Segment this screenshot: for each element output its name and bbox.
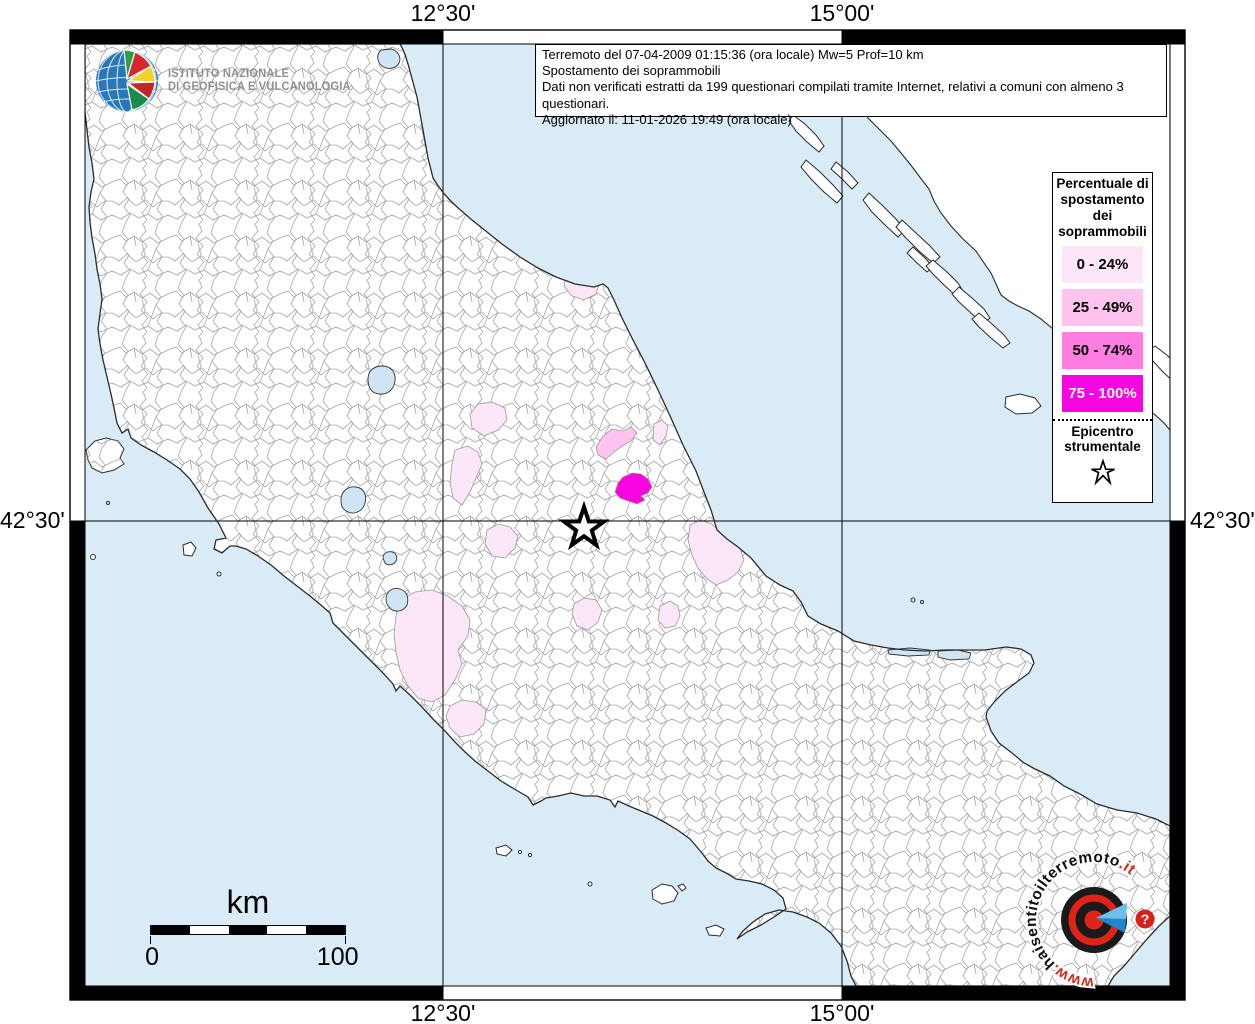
ingv-globe-icon — [95, 49, 159, 113]
ingv-logo: ISTITUTO NAZIONALE DI GEOFISICA E VULCAN… — [94, 48, 358, 114]
scale-bar-unit: km — [226, 884, 270, 920]
title-line-event: Terremoto del 07-04-2009 01:15:36 (ora l… — [542, 47, 924, 62]
watermark-www: www. — [1047, 960, 1095, 991]
legend-class-50-74: 50 - 74% — [1062, 332, 1143, 369]
title-box: Terremoto del 07-04-2009 01:15:36 (ora l… — [535, 44, 1167, 127]
scale-bar-start: 0 — [145, 943, 160, 971]
legend-class-25-49: 25 - 49% — [1062, 289, 1143, 326]
title-line-source: Dati non verificati estratti da 199 ques… — [542, 79, 1124, 111]
haisentitoilterremoto-logo: ? www.haisentitoilterremoto.it — [1021, 847, 1155, 993]
legend-class-0-24: 0 - 24% — [1062, 246, 1143, 283]
legend-epicenter-star-icon — [1090, 458, 1115, 486]
ingv-name-line1: ISTITUTO NAZIONALE — [168, 67, 290, 80]
ingv-name-line2: DI GEOFISICA E VULCANOLOGIA — [168, 81, 351, 93]
legend-divider — [1053, 419, 1152, 421]
legend-epicenter-label: Epicentro strumentale — [1064, 424, 1141, 454]
scale-bar-end: 100 — [316, 943, 359, 971]
legend-title: Percentuale di spostamento dei soprammob… — [1056, 176, 1149, 239]
title-line-map-type: Spostamento dei soprammobili — [542, 63, 721, 79]
question-mark: ? — [1141, 911, 1150, 927]
legend-class-75-100: 75 - 100% — [1062, 375, 1143, 412]
scale-bar-segments — [150, 925, 346, 944]
scale-bar: km 0 100 — [145, 884, 358, 973]
map-screenshot: 12°30' 15°00' 12°30' 15°00' 42°30' 42°30… — [0, 0, 1255, 1024]
title-line-updated: Aggiornato il: 11-01-2026 19:49 (ora loc… — [542, 111, 792, 127]
legend: Percentuale di spostamento dei soprammob… — [1052, 172, 1153, 503]
